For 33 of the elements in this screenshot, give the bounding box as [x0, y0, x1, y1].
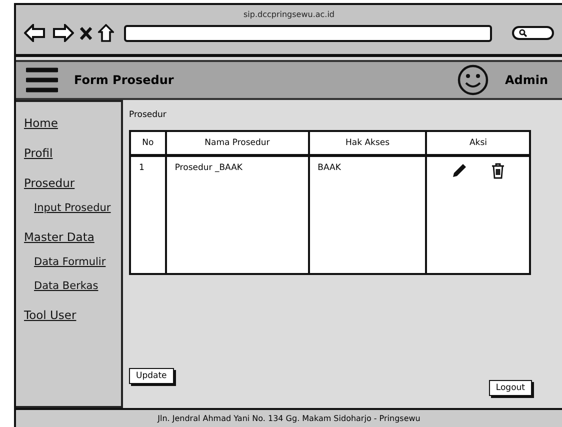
- pencil-icon[interactable]: [451, 163, 468, 179]
- user-name: Admin: [504, 73, 548, 87]
- footer-address: Jln. Jendral Ahmad Yani No. 134 Gg. Makam Sidoharjo - Pringsewu: [158, 414, 420, 423]
- column-header: Aksi: [426, 131, 530, 156]
- table-cell: Prosedur _BAAK: [166, 156, 309, 274]
- home-icon[interactable]: [98, 24, 114, 42]
- logout-button[interactable]: Logout: [488, 380, 532, 396]
- column-header: Nama Prosedur: [166, 131, 309, 156]
- nav-sublink[interactable]: Data Formulir: [34, 256, 106, 268]
- column-header: No: [130, 131, 166, 156]
- close-icon[interactable]: [80, 26, 92, 40]
- nav-link[interactable]: Home: [24, 116, 58, 130]
- header-title: Form Prosedur: [74, 73, 175, 87]
- forward-icon[interactable]: [52, 24, 74, 42]
- nav-sublink[interactable]: Data Berkas: [34, 280, 98, 292]
- table-cell: 1: [130, 156, 166, 274]
- update-button[interactable]: Update: [129, 368, 174, 384]
- search-field[interactable]: [512, 26, 554, 40]
- nav-sublink[interactable]: Input Prosedur: [34, 202, 111, 214]
- nav-link[interactable]: Tool User: [24, 308, 76, 322]
- trash-icon[interactable]: [491, 163, 506, 179]
- column-header: Hak Akses: [308, 131, 426, 156]
- address-bar[interactable]: [124, 24, 492, 42]
- page-title: sip.dccpringsewu.ac.id: [243, 10, 334, 19]
- nav-link[interactable]: Prosedur: [24, 176, 75, 190]
- search-icon: [519, 29, 527, 37]
- table-cell: BAAK: [308, 156, 426, 274]
- back-icon[interactable]: [24, 24, 46, 42]
- nav-link[interactable]: Profil: [24, 146, 53, 160]
- nav-link[interactable]: Master Data: [24, 230, 94, 244]
- section-title: Prosedur: [129, 110, 168, 120]
- menu-icon[interactable]: [26, 67, 58, 93]
- smiley-icon: [456, 64, 489, 96]
